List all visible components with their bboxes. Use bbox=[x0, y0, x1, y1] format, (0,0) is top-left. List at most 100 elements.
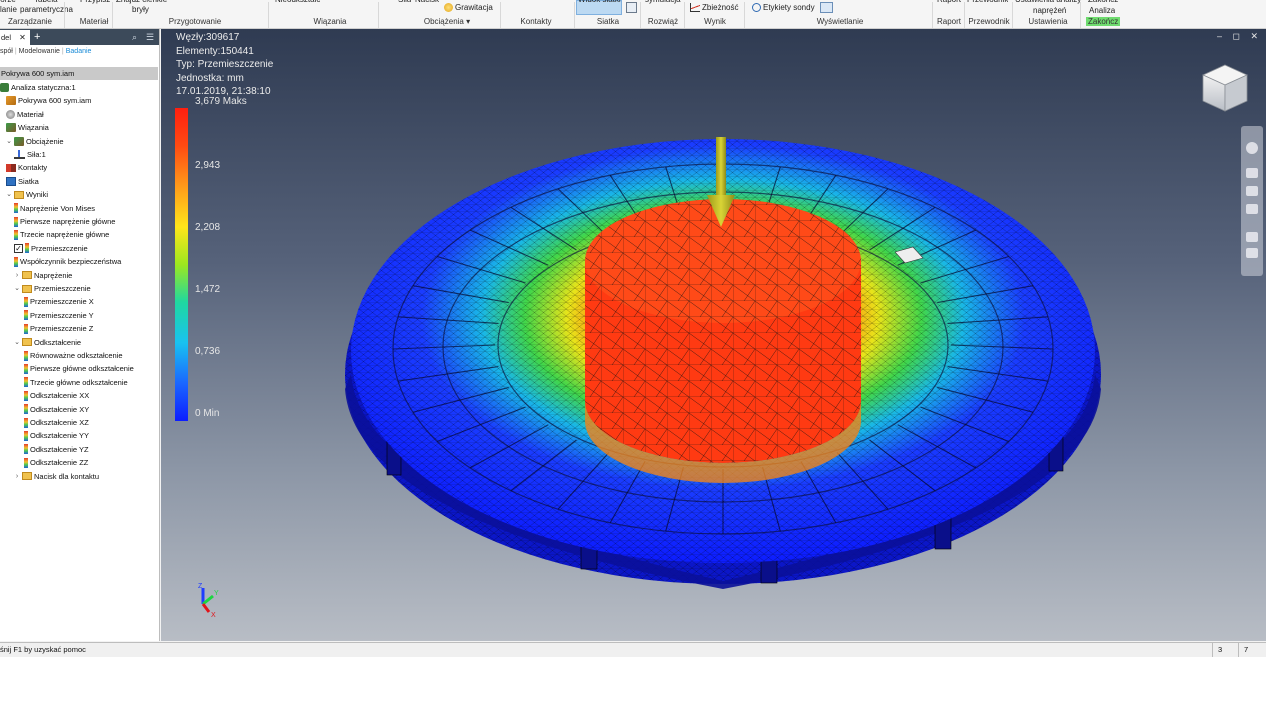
tree-item[interactable]: Odkształcenie XZ bbox=[24, 416, 89, 429]
convergence-label: Zbieżność bbox=[702, 2, 739, 12]
tree-item[interactable]: Trzecie naprężenie główne bbox=[14, 228, 109, 241]
tree-item[interactable]: Równoważne odkształcenie bbox=[24, 349, 123, 362]
mesh-settings-button[interactable] bbox=[626, 1, 637, 13]
model-browser: del ✕ + ⌕ ☰ spół | Modelowanie | Badanie Pok… bbox=[0, 29, 160, 641]
steering-wheel-icon[interactable] bbox=[1246, 142, 1258, 154]
scale-level-label: 0,736 bbox=[195, 346, 221, 357]
tree-root-item[interactable]: Pokrywa 600 sym.iam bbox=[0, 67, 158, 80]
chevron-right-icon[interactable]: › bbox=[14, 269, 20, 282]
tree-item[interactable]: Wiązania bbox=[6, 121, 49, 134]
ribbon-group-label: Wiązania bbox=[313, 17, 347, 26]
result-bar-icon bbox=[24, 296, 28, 307]
ribbon-separator bbox=[1012, 2, 1013, 28]
chevron-down-icon[interactable]: ⌄ bbox=[14, 282, 20, 295]
tree-item[interactable]: Odkształcenie XY bbox=[24, 403, 89, 416]
tree-item[interactable]: Odkształcenie YZ bbox=[24, 443, 89, 456]
tree-item[interactable]: Materiał bbox=[6, 108, 44, 121]
browser-mode-switcher: spół | Modelowanie | Badanie bbox=[0, 48, 92, 55]
tree-item-label: Naprężenie bbox=[34, 270, 73, 280]
fit-view-icon[interactable] bbox=[1246, 248, 1258, 258]
tree-item[interactable]: ⌄ Odkształcenie bbox=[14, 336, 81, 349]
tree-item-label: Równoważne odkształcenie bbox=[30, 351, 123, 360]
chevron-down-icon[interactable]: ⌄ bbox=[6, 188, 12, 201]
chevron-down-icon[interactable]: ⌄ bbox=[6, 135, 12, 148]
tree-item-label: Pokrywa 600 sym.iam bbox=[18, 96, 92, 106]
tree-item[interactable]: Trzecie główne odkształcenie bbox=[24, 376, 128, 389]
tree-item[interactable]: › Naprężenie bbox=[14, 269, 73, 282]
ribbon-command-label[interactable]: Przewodnik bbox=[967, 0, 1008, 9]
mode-study[interactable]: Badanie bbox=[66, 48, 92, 55]
tree-item[interactable]: › Nacisk dla kontaktu bbox=[14, 470, 99, 483]
visibility-checkbox-icon[interactable]: ✓ bbox=[14, 243, 23, 253]
ribbon-command-label[interactable]: symulacja bbox=[645, 0, 681, 9]
ribbon-command-label[interactable]: Nacisk bbox=[415, 0, 439, 9]
tree-item-label: Przemieszczenie bbox=[31, 243, 88, 253]
browser-tab-model[interactable]: del ✕ bbox=[0, 30, 30, 45]
mode-modeling[interactable]: Modelowanie bbox=[19, 48, 60, 55]
tree-item[interactable]: ✓ Przemieszczenie bbox=[14, 242, 88, 255]
finish-group-label[interactable]: Zakończ bbox=[1086, 16, 1121, 28]
tree-item[interactable]: Przemieszczenie Y bbox=[24, 309, 94, 322]
chevron-down-icon[interactable]: ⌄ bbox=[14, 336, 20, 349]
tree-item[interactable]: ⌄ Obciążenie bbox=[6, 135, 64, 148]
ribbon-separator bbox=[964, 2, 965, 28]
browser-tab-bar: del ✕ + ⌕ ☰ bbox=[0, 29, 159, 45]
graphics-viewport[interactable]: Węzły:309617 Elementy:150441 Typ: Przemi… bbox=[161, 29, 1266, 641]
mode-assembly[interactable]: spół bbox=[0, 48, 13, 55]
result-type: Typ: Przemieszczenie bbox=[176, 59, 274, 71]
search-icon[interactable]: ⌕ bbox=[132, 30, 137, 44]
ribbon-command-label-line2[interactable]: bryły bbox=[132, 5, 149, 19]
viewport-window-controls[interactable]: – ◻ ✕ bbox=[1217, 31, 1262, 42]
force-icon bbox=[14, 150, 25, 159]
tree-item[interactable]: Przemieszczenie X bbox=[24, 295, 94, 308]
tree-item-label: Przemieszczenie Z bbox=[30, 324, 94, 334]
ribbon: TworzeTabelaPrzypiszZnajdź cienkieNieodk… bbox=[0, 0, 1266, 29]
menu-icon[interactable]: ☰ bbox=[146, 29, 154, 45]
tree-item[interactable]: Pokrywa 600 sym.iam bbox=[6, 94, 91, 107]
tree-item-label: Odkształcenie YY bbox=[30, 431, 90, 441]
gravity-button[interactable]: Grawitacja bbox=[444, 1, 493, 13]
result-bar-icon bbox=[24, 350, 28, 361]
probe-labels-button[interactable]: Etykiety sondy bbox=[752, 1, 833, 13]
look-at-icon[interactable] bbox=[1246, 232, 1258, 242]
tree-item[interactable]: Odkształcenie ZZ bbox=[24, 456, 88, 469]
zoom-icon[interactable] bbox=[1246, 186, 1258, 196]
ribbon-command-label[interactable]: Nieodkształc bbox=[275, 0, 320, 9]
close-icon[interactable]: ✕ bbox=[19, 33, 26, 42]
ribbon-command-label[interactable]: Przypisz bbox=[80, 0, 110, 9]
tree-item[interactable]: ⌄ Wyniki bbox=[6, 188, 48, 201]
axis-x-label: X bbox=[211, 612, 216, 619]
ribbon-command-label[interactable]: Raport bbox=[937, 0, 961, 9]
tree-item[interactable]: Pierwsze główne odkształcenie bbox=[24, 362, 134, 375]
tree-item[interactable]: Odkształcenie YY bbox=[24, 429, 89, 442]
status-help-text: śnij F1 by uzyskać pomoc bbox=[0, 645, 86, 654]
results-folder-icon bbox=[22, 338, 32, 347]
tree-item[interactable]: Kontakty bbox=[6, 161, 47, 174]
tree-item-label: Trzecie główne odkształcenie bbox=[30, 377, 128, 387]
tree-item[interactable]: Przemieszczenie Z bbox=[24, 322, 93, 335]
tree-item[interactable]: Naprężenie Von Mises bbox=[14, 202, 95, 215]
loads-icon bbox=[14, 136, 24, 146]
tree-item[interactable]: ⌄ Przemieszczenie bbox=[14, 282, 91, 295]
tree-item[interactable]: Współczynnik bezpieczeństwa bbox=[14, 255, 121, 268]
chevron-right-icon[interactable]: › bbox=[14, 470, 20, 483]
mesh-settings-icon bbox=[626, 1, 637, 13]
tree-item[interactable]: Pierwsze naprężenie główne bbox=[14, 215, 115, 228]
tree-item[interactable]: Odkształcenie XX bbox=[24, 389, 89, 402]
result-bar-icon bbox=[24, 377, 28, 388]
constraints-icon bbox=[6, 123, 16, 133]
orbit-icon[interactable] bbox=[1246, 204, 1258, 214]
viewcube-icon[interactable] bbox=[1197, 61, 1253, 117]
ribbon-command-label[interactable]: Widok siatki bbox=[578, 0, 621, 9]
probe-options-icon[interactable] bbox=[819, 1, 833, 13]
pan-icon[interactable] bbox=[1246, 168, 1258, 178]
ribbon-group-label: Rozwiąż bbox=[647, 17, 679, 26]
ribbon-command-label[interactable]: Siła bbox=[398, 0, 411, 9]
tree-item[interactable]: Analiza statyczna:1 bbox=[0, 81, 76, 94]
ribbon-separator bbox=[640, 2, 641, 28]
result-bar-icon bbox=[24, 457, 28, 468]
convergence-button[interactable]: Zbieżność bbox=[690, 1, 738, 13]
tree-item[interactable]: Siatka bbox=[6, 175, 39, 188]
tree-item[interactable]: Siła:1 bbox=[14, 148, 46, 161]
add-tab-icon[interactable]: + bbox=[34, 29, 40, 45]
